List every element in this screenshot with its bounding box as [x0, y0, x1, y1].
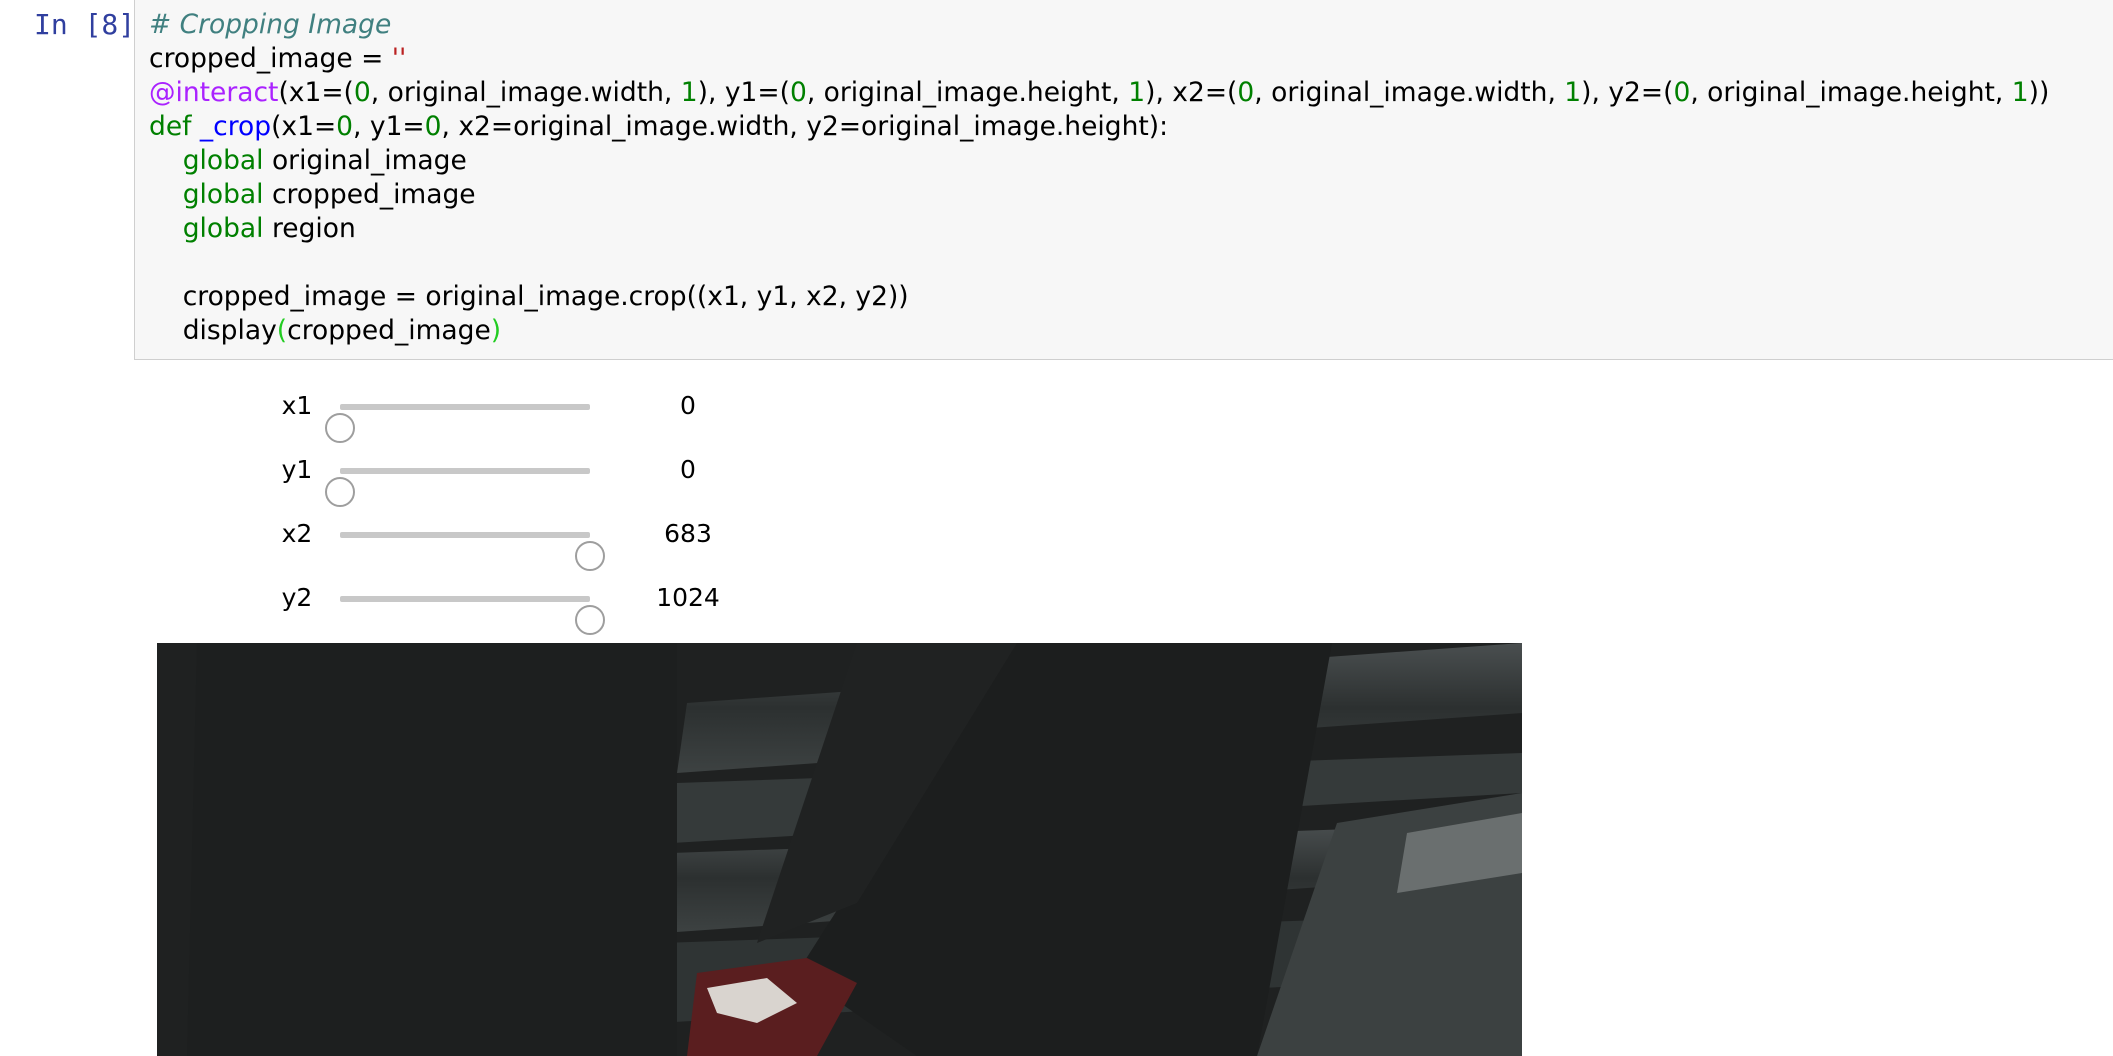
slider-label: x1	[281, 391, 313, 420]
code-line: global cropped_image	[149, 179, 476, 210]
code-line: global original_image	[149, 145, 467, 176]
slider-label: y1	[281, 455, 313, 484]
slider-track[interactable]	[340, 532, 605, 571]
code-token: (x1=	[271, 111, 337, 142]
code-line: global region	[149, 213, 356, 244]
slider-value[interactable]: 0	[628, 446, 748, 494]
code-token: 0	[789, 77, 807, 108]
code-token: ), x2=(	[1145, 77, 1238, 108]
photo-illustration	[157, 643, 1522, 1056]
slider-row-y2: y2 1024	[270, 574, 750, 635]
code-line: display(cropped_image)	[149, 315, 501, 346]
code-token: ), y2=(	[1581, 77, 1674, 108]
code-editor[interactable]: # Cropping Image cropped_image = '' @int…	[134, 0, 2113, 360]
code-token: , x2=original_image.width, y2=original_i…	[441, 111, 1169, 142]
code-token: ))	[2028, 77, 2050, 108]
code-token: (	[276, 315, 288, 346]
code-token: 1	[680, 77, 698, 108]
code-token: 0	[1673, 77, 1691, 108]
code-token: 0	[353, 77, 371, 108]
code-token: global	[182, 145, 264, 176]
slider-track[interactable]	[325, 404, 590, 443]
slider-handle[interactable]	[575, 541, 605, 571]
slider-track[interactable]	[325, 468, 590, 507]
code-token: 0	[1237, 77, 1255, 108]
code-token: original_image	[263, 145, 467, 176]
code-token: cropped_image	[287, 315, 491, 346]
slider-label: x2	[281, 519, 313, 548]
code-token: cropped_image = original_image.crop((x1,…	[149, 281, 909, 312]
slider-value[interactable]: 0	[628, 382, 748, 430]
code-token: ), y1=(	[697, 77, 790, 108]
code-token: _crop	[199, 111, 272, 142]
code-token: ''	[391, 43, 407, 74]
code-token: , original_image.height,	[806, 77, 1129, 108]
code-token: , y1=	[353, 111, 425, 142]
slider-value[interactable]: 683	[628, 510, 748, 558]
code-token: # Cropping Image	[149, 9, 392, 40]
slider-handle[interactable]	[325, 477, 355, 507]
cropped-photo-image	[157, 643, 1522, 1056]
code-line: cropped_image = ''	[149, 43, 406, 74]
code-token: 1	[2011, 77, 2029, 108]
code-line: cropped_image = original_image.crop((x1,…	[149, 281, 909, 312]
code-token: 0	[424, 111, 442, 142]
code-token: 1	[1128, 77, 1146, 108]
code-line: def _crop(x1=0, y1=0, x2=original_image.…	[149, 111, 1168, 142]
slider-row-x1: x1 0	[270, 382, 750, 443]
slider-label: y2	[281, 583, 313, 612]
code-token: cropped_image	[263, 179, 476, 210]
code-token: @interact	[149, 77, 279, 108]
code-token: region	[263, 213, 356, 244]
code-text[interactable]: # Cropping Image cropped_image = '' @int…	[149, 8, 2049, 348]
code-token: global	[182, 179, 264, 210]
code-line: @interact(x1=(0, original_image.width, 1…	[149, 77, 2049, 108]
slider-value[interactable]: 1024	[628, 574, 748, 622]
code-token: def	[149, 111, 192, 142]
code-token: )	[490, 315, 502, 346]
code-token: 1	[1564, 77, 1582, 108]
code-token: cropped_image =	[149, 43, 392, 74]
code-token: display	[149, 315, 277, 346]
slider-handle[interactable]	[575, 605, 605, 635]
slider-row-y1: y1 0	[270, 446, 750, 507]
slider-row-x2: x2 683	[270, 510, 750, 571]
code-token: (x1=(	[278, 77, 354, 108]
slider-track[interactable]	[340, 596, 605, 635]
code-token: , original_image.width,	[370, 77, 681, 108]
code-token: , original_image.width,	[1254, 77, 1565, 108]
code-token: , original_image.height,	[1690, 77, 2012, 108]
code-token: global	[182, 213, 264, 244]
code-line: # Cropping Image	[149, 9, 391, 40]
code-token: 0	[336, 111, 354, 142]
slider-handle[interactable]	[325, 413, 355, 443]
